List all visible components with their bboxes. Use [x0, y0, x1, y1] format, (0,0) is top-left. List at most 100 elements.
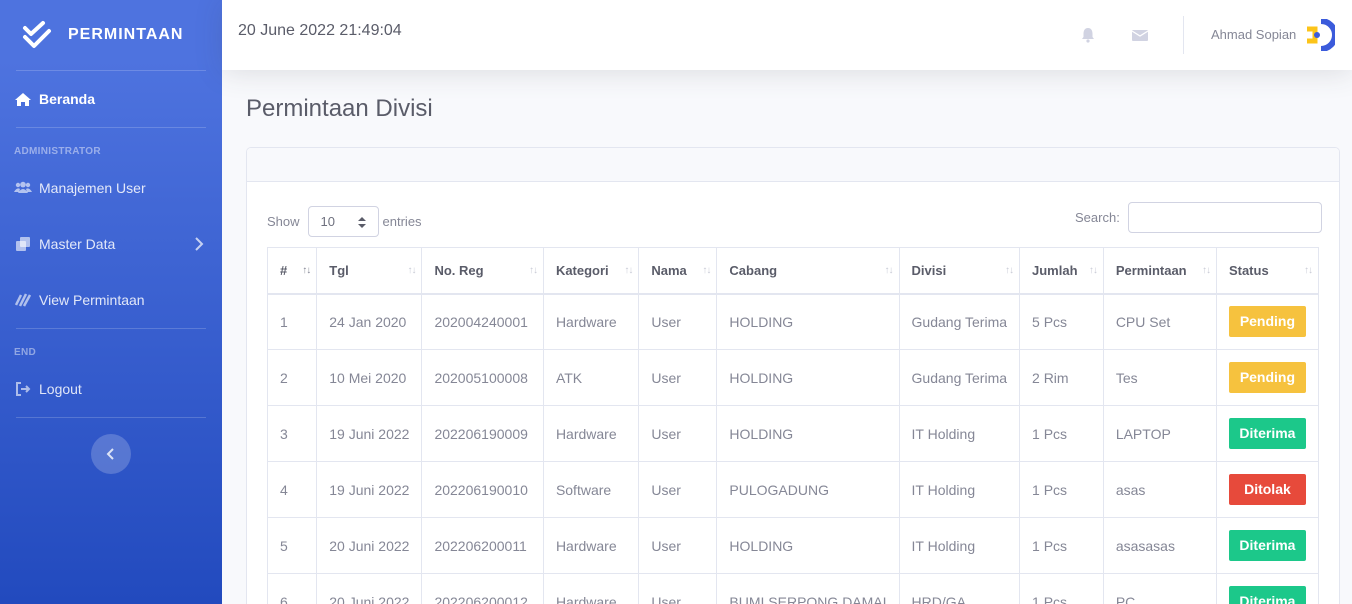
- table-cell: 202206190009: [421, 405, 544, 462]
- cell-text: 24 Jan 2020: [329, 313, 407, 330]
- cell-text: HOLDING: [729, 425, 794, 442]
- sidebar-item-master-data[interactable]: Master Data: [0, 216, 222, 272]
- sort-icon: ↑↓: [624, 265, 633, 276]
- table-row[interactable]: 4 19 Juni 2022 202206190010 Software User PUL…: [266, 461, 1320, 518]
- requests-card: Show 10 entries Search: # ↑↓ Tgl ↑↓ No. Reg ↑…: [246, 147, 1340, 604]
- cell-text: 19 Juni 2022: [329, 425, 410, 442]
- table-cell: Diterima: [1215, 405, 1320, 462]
- column-header[interactable]: Nama ↑↓: [638, 247, 718, 295]
- brand-title: PERMINTAAN: [68, 26, 184, 43]
- requests-table: # ↑↓ Tgl ↑↓ No. Reg ↑↓ Kategori ↑↓ Nama ↑↓ Cabang ↑…: [266, 247, 1320, 604]
- cell-text: PULOGADUNG: [729, 481, 829, 498]
- cell-text: 4: [280, 481, 288, 498]
- entries-select[interactable]: 10: [307, 206, 379, 237]
- table-cell: BUMI SERPONG DAMAI: [716, 573, 900, 604]
- sidebar-brand[interactable]: PERMINTAAN: [0, 0, 222, 70]
- status-badge: Diterima: [1228, 530, 1306, 561]
- cell-text: Hardware: [555, 593, 617, 604]
- cell-text: ATK: [555, 369, 583, 386]
- cell-text: 5 Pcs: [1032, 313, 1068, 330]
- table-row[interactable]: 1 24 Jan 2020 202004240001 Hardware User HOLD…: [266, 293, 1320, 350]
- table-cell: User: [638, 405, 718, 462]
- search-control: Search:: [1075, 202, 1322, 233]
- table-row[interactable]: 3 19 Juni 2022 202206190009 Hardware User HOL…: [266, 405, 1320, 462]
- cell-text: 202206190010: [434, 481, 528, 498]
- cell-text: User: [651, 425, 681, 442]
- cell-text: 20 Juni 2022: [329, 593, 410, 604]
- cell-text: 1 Pcs: [1032, 593, 1068, 604]
- home-icon: [14, 91, 32, 107]
- table-cell: User: [638, 293, 718, 350]
- table-cell: 4: [266, 461, 318, 518]
- cell-text: asas: [1115, 481, 1146, 498]
- cell-text: 6: [280, 593, 288, 604]
- sidebar-item-label: View Permintaan: [39, 292, 145, 308]
- search-input[interactable]: [1127, 202, 1322, 233]
- table-cell: Gudang Terima: [898, 349, 1021, 406]
- table-cell: 1 Pcs: [1019, 461, 1104, 518]
- table-cell: 2: [266, 349, 318, 406]
- cell-text: User: [651, 537, 681, 554]
- table-cell: Hardware: [542, 293, 640, 350]
- sidebar-item-view-permintaan[interactable]: View Permintaan: [0, 272, 222, 328]
- table-cell: 202005100008: [421, 349, 544, 406]
- table-cell: Software: [542, 461, 640, 518]
- column-header[interactable]: Divisi ↑↓: [898, 247, 1021, 295]
- table-cell: HOLDING: [716, 517, 900, 574]
- bell-icon[interactable]: [1079, 26, 1097, 44]
- table-row[interactable]: 6 20 Juni 2022 202206200012 Hardware User BUM…: [266, 573, 1320, 604]
- column-header[interactable]: # ↑↓: [266, 247, 318, 295]
- table-cell: 202206200012: [421, 573, 544, 604]
- sidebar-divider: [16, 417, 206, 418]
- table-cell: 202004240001: [421, 293, 544, 350]
- status-badge: Ditolak: [1228, 474, 1306, 505]
- cell-text: HOLDING: [729, 313, 794, 330]
- avatar[interactable]: [1303, 19, 1335, 51]
- topbar: 20 June 2022 21:49:04 Ahmad Sopian: [222, 0, 1352, 70]
- column-header[interactable]: Cabang ↑↓: [716, 247, 900, 295]
- cell-text: Gudang Terima: [911, 369, 1008, 386]
- sort-icon: ↑↓: [1304, 265, 1313, 276]
- sidebar-item-manajemen-user[interactable]: Manajemen User: [0, 160, 222, 216]
- sort-icon: ↑↓: [302, 265, 311, 276]
- topbar-divider: [1183, 16, 1184, 54]
- sidebar-item-logout[interactable]: Logout: [0, 361, 222, 417]
- cell-text: 1 Pcs: [1032, 425, 1068, 442]
- cell-text: 202005100008: [434, 369, 528, 386]
- table-cell: 202206200011: [421, 517, 544, 574]
- column-header[interactable]: Status ↑↓: [1215, 247, 1320, 295]
- column-header[interactable]: Kategori ↑↓: [542, 247, 640, 295]
- table-cell: User: [638, 349, 718, 406]
- user-name[interactable]: Ahmad Sopian: [1211, 27, 1296, 42]
- sidebar-item-label: Logout: [39, 381, 82, 397]
- sidebar-item-beranda[interactable]: Beranda: [0, 71, 222, 127]
- cell-text: HOLDING: [729, 537, 794, 554]
- sort-icon: ↑↓: [1201, 265, 1211, 276]
- table-cell: IT Holding: [898, 461, 1021, 518]
- cell-text: User: [651, 481, 681, 498]
- column-header[interactable]: Tgl ↑↓: [316, 247, 423, 295]
- cell-text: IT Holding: [911, 425, 976, 442]
- cell-text: User: [651, 369, 681, 386]
- column-header[interactable]: Jumlah ↑↓: [1019, 247, 1104, 295]
- sort-icon: ↑↓: [1005, 265, 1014, 276]
- column-header[interactable]: No. Reg ↑↓: [421, 247, 544, 295]
- cell-text: User: [651, 313, 681, 330]
- cell-text: Gudang Terima: [911, 313, 1008, 330]
- cell-text: Hardware: [555, 313, 617, 330]
- sign-out-icon: [14, 381, 32, 397]
- column-header[interactable]: Permintaan ↑↓: [1102, 247, 1217, 295]
- cell-text: HRD/GA: [911, 593, 966, 604]
- table-cell: 3: [266, 405, 318, 462]
- cell-text: BUMI SERPONG DAMAI: [729, 593, 887, 604]
- cell-text: 202206200012: [434, 593, 528, 604]
- table-cell: asasasas: [1102, 517, 1217, 574]
- table-cell: CPU Set: [1102, 293, 1217, 350]
- table-cell: HOLDING: [716, 405, 900, 462]
- envelope-icon[interactable]: [1131, 26, 1149, 44]
- table-cell: 20 Juni 2022: [316, 573, 423, 604]
- table-row[interactable]: 2 10 Mei 2020 202005100008 ATK User HOLDING Gu…: [266, 349, 1320, 406]
- sidebar-toggle-button[interactable]: [91, 434, 131, 474]
- table-row[interactable]: 5 20 Juni 2022 202206200011 Hardware User HOL…: [266, 517, 1320, 574]
- card-header: [247, 148, 1339, 182]
